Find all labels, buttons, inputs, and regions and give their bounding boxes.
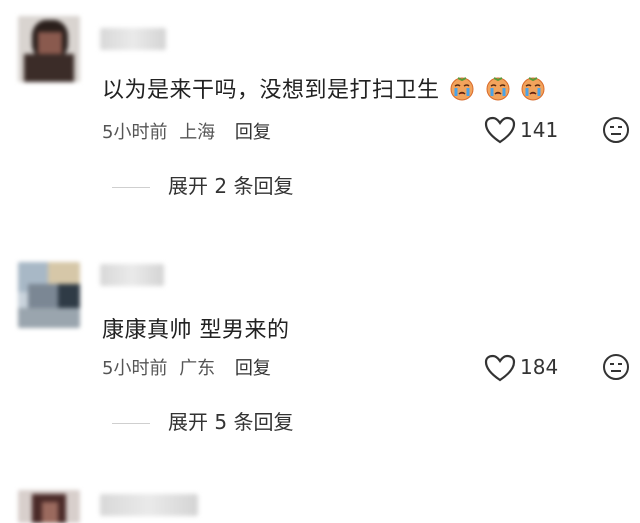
comment-text: 康康真帅 型男来的	[102, 312, 290, 344]
expand-replies-button[interactable]: 展开 5 条回复	[112, 406, 293, 435]
crying-face-icon	[486, 77, 510, 101]
comment-meta: 5小时前 上海 回复	[102, 118, 271, 144]
comment-meta: 5小时前 广东 回复	[102, 354, 271, 380]
dislike-face-icon[interactable]	[602, 116, 630, 144]
divider-line	[112, 187, 150, 188]
heart-icon[interactable]	[484, 116, 516, 144]
crying-face-icon	[450, 77, 474, 101]
comment-text: 以为是来干吗，没想到是打扫卫生	[102, 72, 546, 104]
comment-text-content: 以为是来干吗，没想到是打扫卫生	[102, 78, 440, 103]
reply-button[interactable]: 回复	[235, 122, 271, 143]
heart-icon[interactable]	[484, 354, 516, 382]
username-blurred[interactable]	[100, 494, 198, 516]
expand-replies-label: 展开 5 条回复	[168, 410, 294, 434]
like-count: 184	[520, 355, 559, 379]
dislike-face-icon[interactable]	[602, 353, 630, 381]
like-count: 141	[520, 118, 559, 142]
comment-location: 广东	[179, 358, 216, 379]
avatar[interactable]	[18, 16, 80, 82]
username-blurred[interactable]	[100, 28, 166, 50]
username-blurred[interactable]	[100, 264, 164, 286]
expand-replies-label: 展开 2 条回复	[168, 174, 294, 198]
avatar[interactable]	[18, 490, 80, 523]
divider-line	[112, 423, 150, 424]
avatar[interactable]	[18, 262, 80, 328]
comment-time: 5小时前	[102, 358, 168, 379]
reply-button[interactable]: 回复	[235, 358, 271, 379]
comment-time: 5小时前	[102, 122, 168, 143]
expand-replies-button[interactable]: 展开 2 条回复	[112, 170, 293, 199]
comment-text-content: 康康真帅 型男来的	[102, 318, 290, 343]
crying-face-icon	[521, 77, 545, 101]
comment-location: 上海	[179, 122, 216, 143]
